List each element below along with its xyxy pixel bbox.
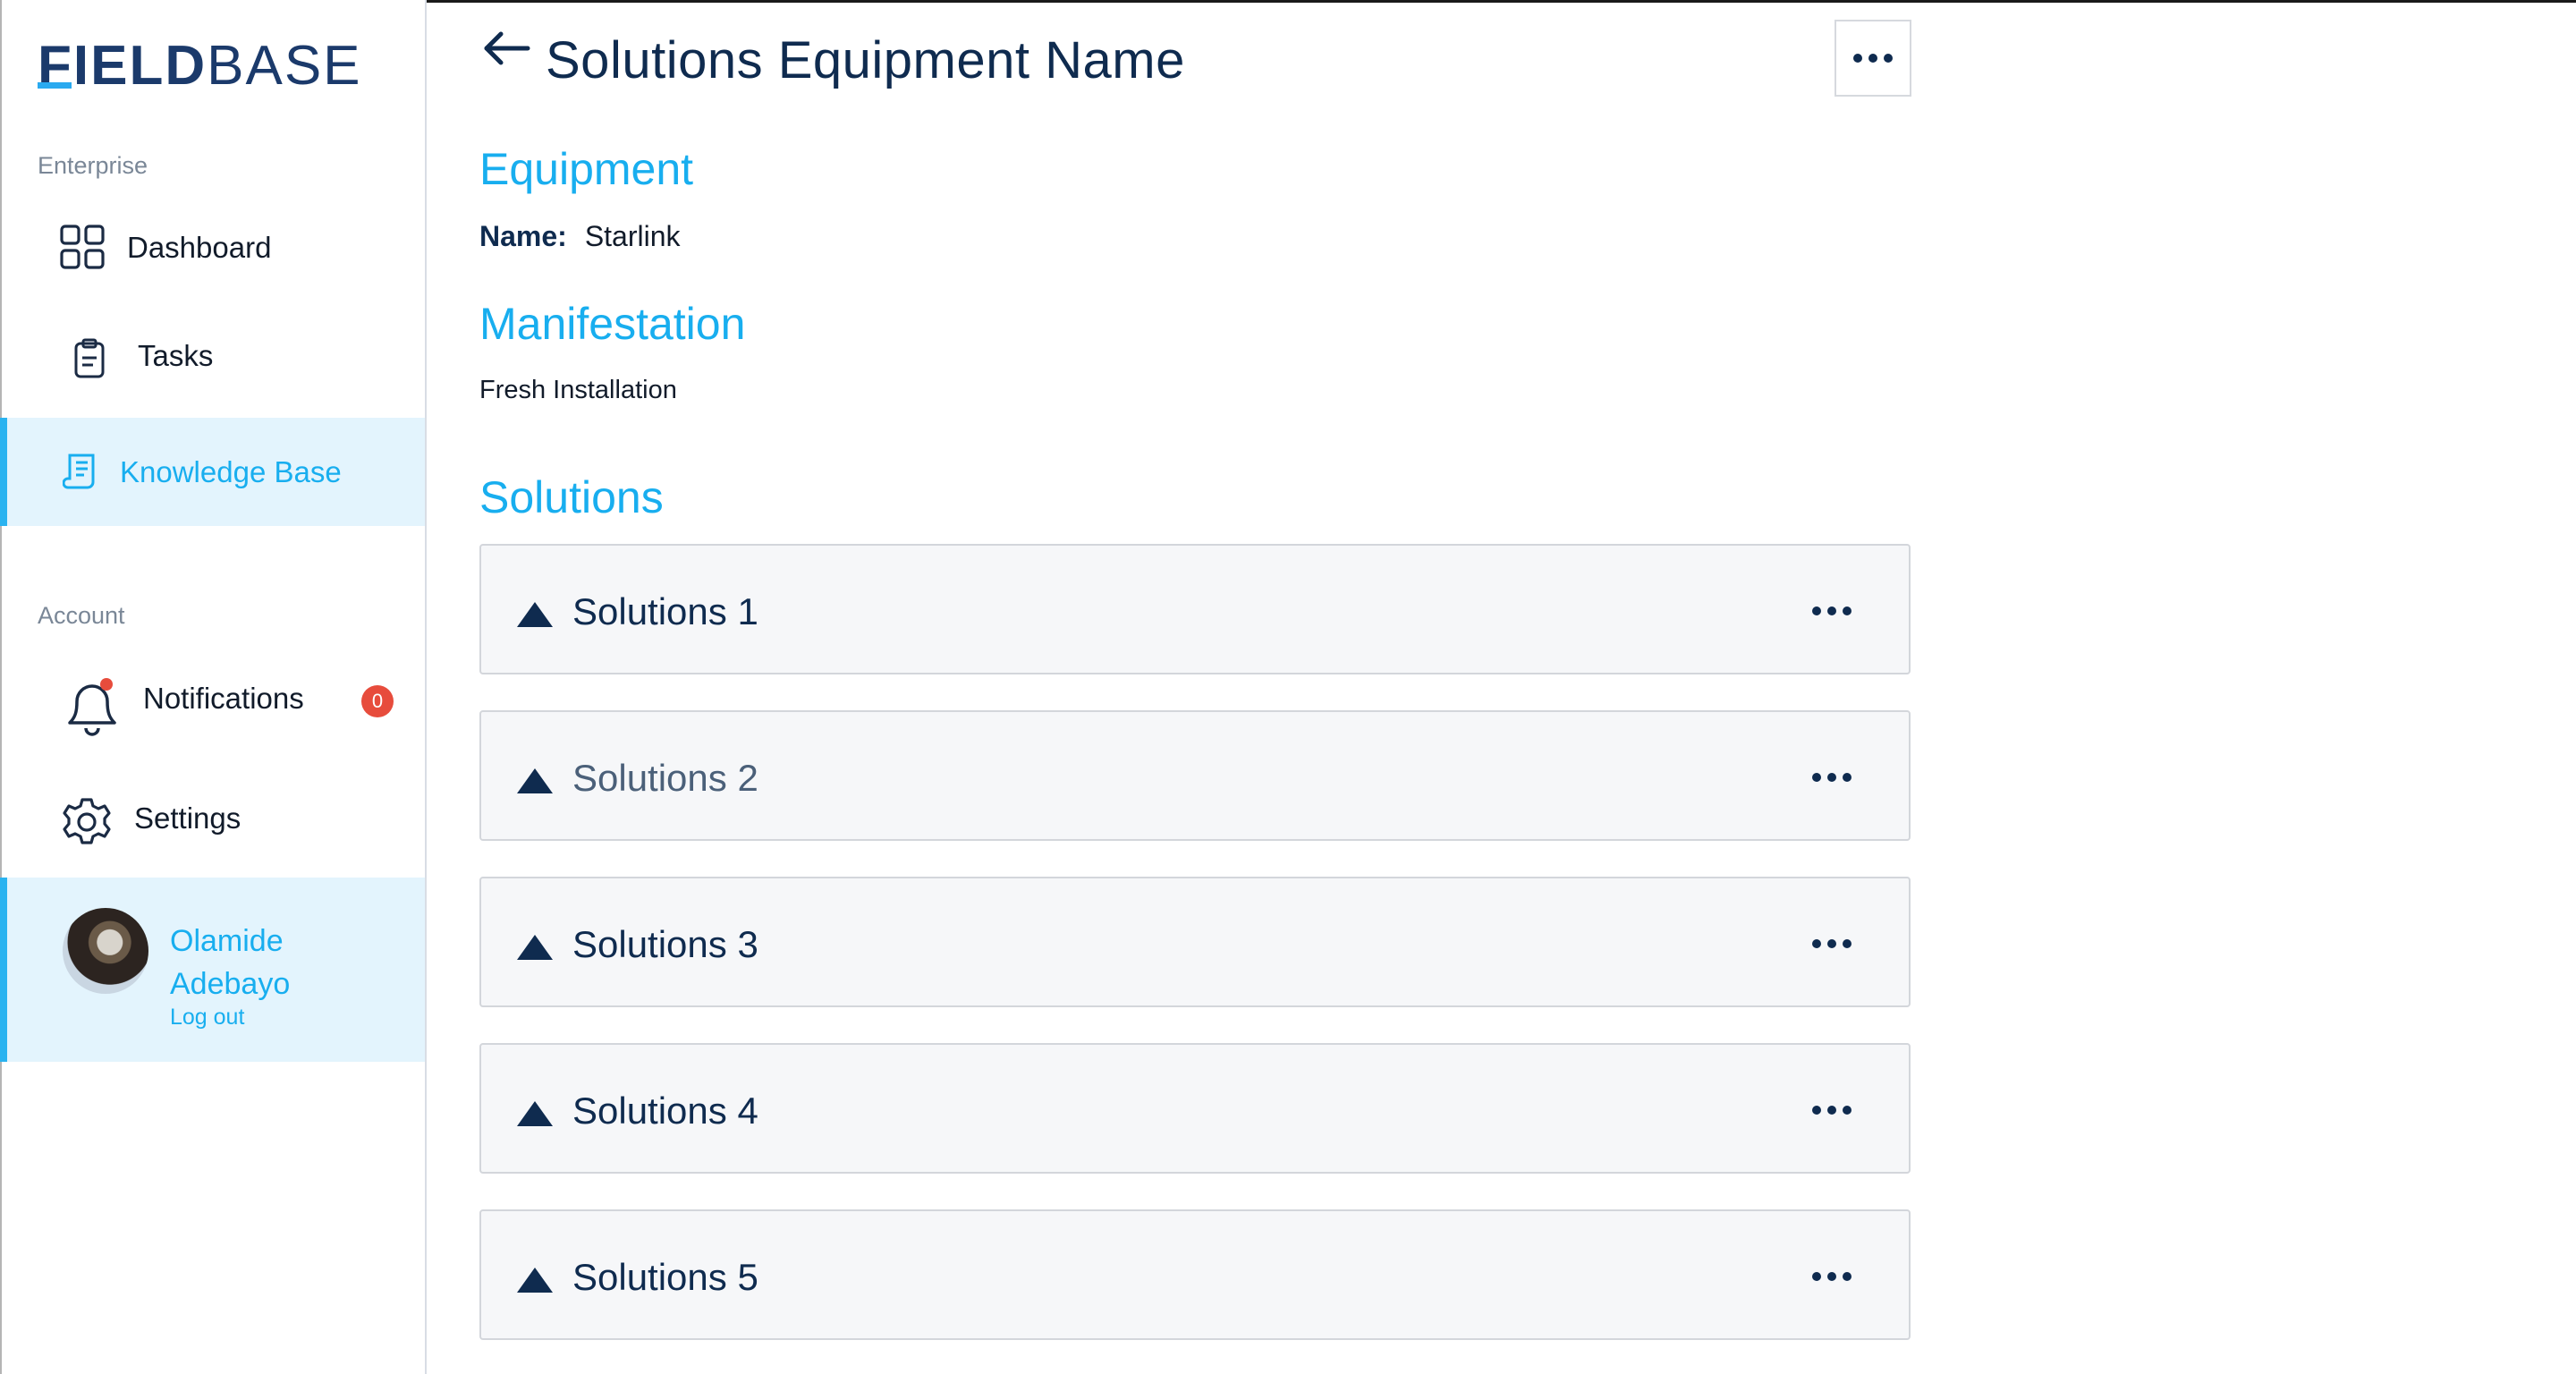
collapse-triangle-icon[interactable] <box>517 602 553 627</box>
solution-accordion-item[interactable]: Solutions 3 <box>479 877 1911 1007</box>
user-last-name: Adebayo <box>170 967 291 1001</box>
sidebar-item-knowledge-base[interactable]: Knowledge Base <box>0 418 425 526</box>
equipment-name-value: Starlink <box>584 220 681 252</box>
avatar[interactable] <box>63 908 148 994</box>
main-content: Solutions Equipment Name Equipment Name:… <box>428 0 2576 1374</box>
sidebar-item-label: Knowledge Base <box>120 455 342 488</box>
page-title: Solutions Equipment Name <box>546 31 1185 89</box>
solution-accordion-item[interactable]: Solutions 4 <box>479 1043 1911 1174</box>
sidebar-item-settings[interactable]: Settings <box>0 785 425 857</box>
gear-icon <box>61 796 113 848</box>
collapse-triangle-icon[interactable] <box>517 935 553 960</box>
solution-more-options-button[interactable] <box>1796 930 1868 957</box>
section-label-account: Account <box>38 602 125 629</box>
solution-more-options-button[interactable] <box>1796 764 1868 791</box>
user-profile-card: Olamide Adebayo Log out <box>0 878 425 1062</box>
solution-accordion-item[interactable]: Solutions 1 <box>479 544 1911 674</box>
more-horizontal-icon <box>1812 1106 1852 1115</box>
equipment-heading: Equipment <box>479 144 694 194</box>
notification-count-badge: 0 <box>361 685 394 717</box>
sidebar-item-dashboard[interactable]: Dashboard <box>0 215 425 281</box>
section-label-enterprise: Enterprise <box>38 152 148 179</box>
solution-title: Solutions 1 <box>572 590 758 632</box>
logo-text-thin: BASE <box>207 35 362 97</box>
collapse-triangle-icon[interactable] <box>517 768 553 793</box>
logout-link[interactable]: Log out <box>170 1005 244 1030</box>
manifestation-heading: Manifestation <box>479 299 746 349</box>
more-horizontal-icon <box>1812 773 1852 782</box>
sidebar-item-label: Tasks <box>138 339 214 372</box>
collapse-triangle-icon[interactable] <box>517 1101 553 1126</box>
sidebar-item-label: Notifications <box>143 682 304 715</box>
solution-title: Solutions 5 <box>572 1256 758 1298</box>
solution-title: Solutions 4 <box>572 1090 758 1132</box>
equipment-name-label: Name: <box>479 220 567 252</box>
bell-icon <box>61 673 123 737</box>
sidebar: FIELD BASE Enterprise Dashboard Tasks Kn… <box>0 0 427 1374</box>
page-more-options-button[interactable] <box>1835 20 1911 97</box>
solution-more-options-button[interactable] <box>1796 1263 1868 1290</box>
sidebar-item-notifications[interactable]: Notifications 0 <box>0 666 425 741</box>
logo-accent-bar <box>38 82 72 89</box>
document-icon <box>63 452 100 491</box>
manifestation-value: Fresh Installation <box>479 376 677 404</box>
collapse-triangle-icon[interactable] <box>517 1268 553 1293</box>
sidebar-item-tasks[interactable]: Tasks <box>0 324 425 390</box>
sidebar-item-label: Settings <box>134 802 242 835</box>
grid-icon <box>59 224 106 270</box>
sidebar-item-label: Dashboard <box>127 231 272 264</box>
fieldbase-logo[interactable]: FIELD BASE <box>38 35 362 97</box>
solution-title: Solutions 2 <box>572 757 758 799</box>
solution-accordion-item[interactable]: Solutions 2 <box>479 710 1911 841</box>
more-horizontal-icon <box>1853 54 1893 63</box>
back-arrow-icon[interactable] <box>479 27 533 70</box>
more-horizontal-icon <box>1812 1272 1852 1281</box>
solution-more-options-button[interactable] <box>1796 1097 1868 1124</box>
user-name: Olamide Adebayo <box>170 920 290 1005</box>
more-horizontal-icon <box>1812 939 1852 948</box>
solution-title: Solutions 3 <box>572 923 758 965</box>
solution-accordion-item[interactable]: Solutions 5 <box>479 1209 1911 1340</box>
solution-more-options-button[interactable] <box>1796 598 1868 624</box>
more-horizontal-icon <box>1812 606 1852 615</box>
equipment-name-field: Name: Starlink <box>479 220 681 253</box>
solutions-heading: Solutions <box>479 472 664 522</box>
user-first-name: Olamide <box>170 924 284 958</box>
clipboard-icon <box>72 338 107 379</box>
